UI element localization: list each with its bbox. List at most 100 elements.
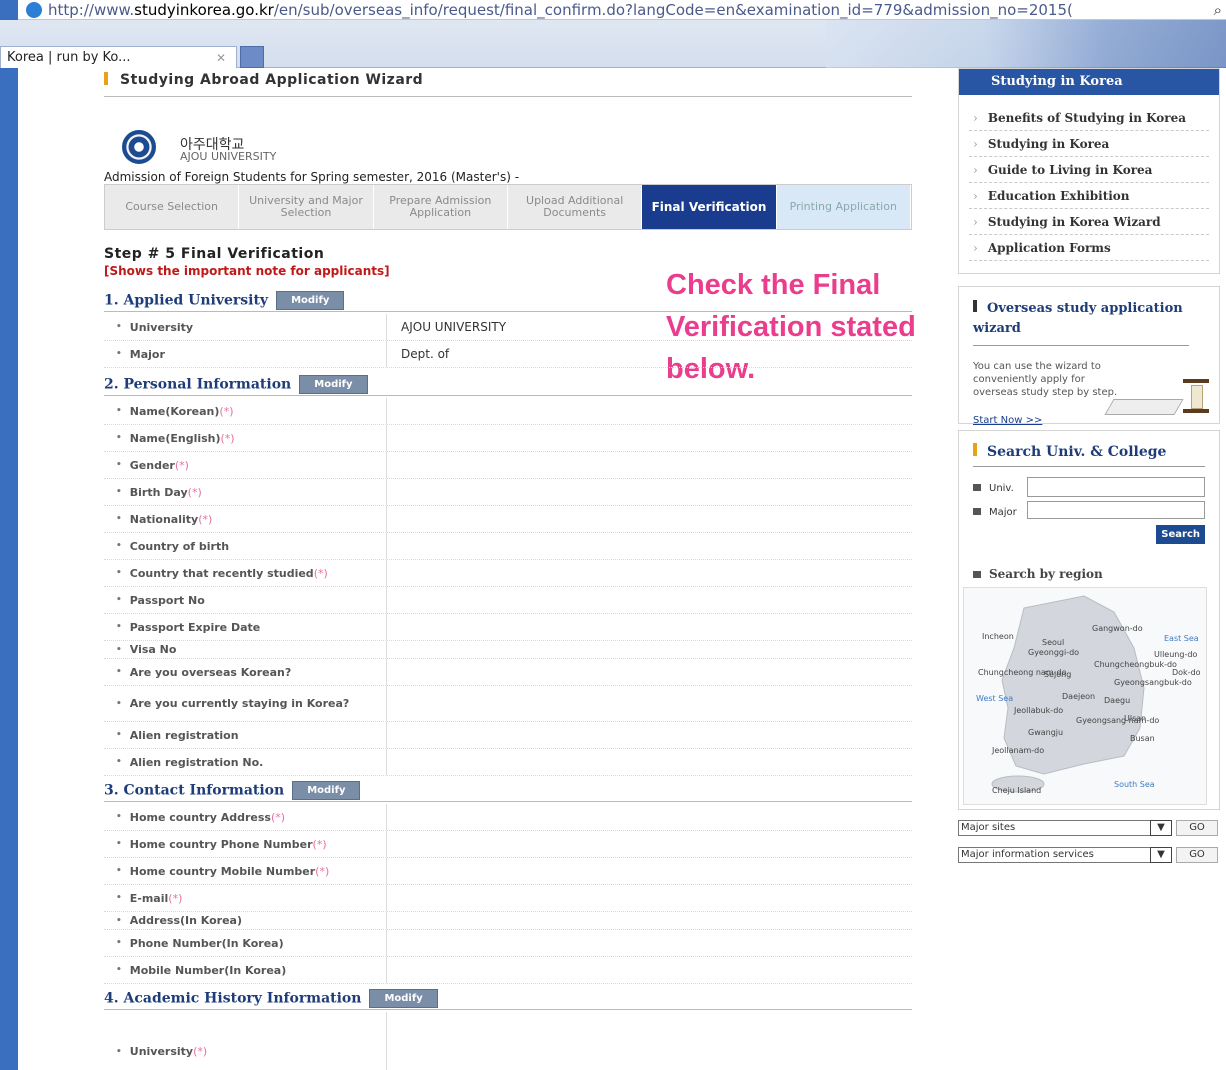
field-value (386, 479, 912, 505)
map-region-label[interactable]: Ulleung-do (1154, 650, 1197, 659)
menu-item-benefits[interactable]: Benefits of Studying in Korea (969, 105, 1209, 131)
studying-in-korea-menu: Studying in Korea Benefits of Studying i… (958, 68, 1220, 274)
univ-field-label: Univ. (973, 483, 1014, 494)
close-tab-icon[interactable]: ✕ (216, 47, 226, 69)
map-region-label[interactable]: Dok-do (1172, 668, 1201, 677)
field-label: Mobile Number(In Korea) (104, 957, 386, 983)
menu-item-wizard[interactable]: Studying in Korea Wizard (969, 209, 1209, 235)
table-row: Home country Phone Number(*) (104, 831, 912, 858)
map-region-label[interactable]: Sejong (1044, 670, 1071, 679)
important-note-link[interactable]: [Shows the important note for applicants… (104, 264, 390, 278)
field-label: University(*) (104, 1012, 386, 1070)
step-printing[interactable]: Printing Application (776, 185, 911, 229)
field-label: Address(In Korea) (104, 912, 386, 929)
field-label-text: Are you currently staying in Korea? (129, 697, 350, 710)
hourglass-icon (1183, 379, 1209, 413)
modify-button[interactable]: Modify (292, 781, 361, 800)
map-region-label[interactable]: East Sea (1164, 634, 1199, 643)
major-label: Major (989, 507, 1017, 518)
search-icon[interactable]: ⌕ (1214, 0, 1222, 19)
step-prepare-application[interactable]: Prepare Admission Application (374, 185, 508, 229)
address-bar[interactable]: http://www.studyinkorea.go.kr/en/sub/ove… (18, 0, 1226, 20)
map-region-label[interactable]: Chungcheongbuk-do (1094, 660, 1177, 669)
modify-button[interactable]: Modify (299, 375, 368, 394)
step-upload-documents[interactable]: Upload Additional Documents (508, 185, 643, 229)
map-region-label[interactable]: Cheju Island (992, 786, 1041, 795)
search-divider (973, 466, 1205, 467)
field-value (386, 614, 912, 640)
field-label: Birth Day(*) (104, 479, 386, 505)
overseas-wizard-box: Overseas study application wizard You ca… (958, 286, 1220, 426)
menu-item-guide[interactable]: Guide to Living in Korea (969, 157, 1209, 183)
table-row: Gender(*) (104, 452, 912, 479)
field-label: Major (104, 341, 386, 367)
search-button[interactable]: Search (1156, 525, 1205, 544)
field-label-text: Address(In Korea) (129, 914, 243, 927)
browser-tab[interactable]: Korea | run by Ko... ✕ (0, 46, 237, 68)
section-academic-header: 4. Academic History Information Modify (104, 988, 912, 1010)
admission-title: Admission of Foreign Students for Spring… (104, 170, 520, 184)
map-region-label[interactable]: Gyeonggi-do (1028, 648, 1079, 657)
map-region-label[interactable]: South Sea (1114, 780, 1155, 789)
map-region-label[interactable]: Seoul (1042, 638, 1064, 647)
map-region-label[interactable]: Gyeongsang nam-do (1076, 716, 1159, 725)
map-region-label[interactable]: Jeollabuk-do (1014, 706, 1063, 715)
field-value (386, 560, 912, 586)
modify-button[interactable]: Modify (276, 291, 345, 310)
chevron-down-icon[interactable]: ▼ (1150, 820, 1172, 836)
map-region-label[interactable]: Gwangju (1028, 728, 1063, 737)
table-row: Birth Day(*) (104, 479, 912, 506)
field-label: Alien registration (104, 722, 386, 748)
required-marker: (*) (168, 891, 183, 905)
menu-item-exhibition[interactable]: Education Exhibition (969, 183, 1209, 209)
major-info-select[interactable]: Major information services ▼ (958, 847, 1172, 863)
bullet-icon (973, 484, 981, 491)
modify-button[interactable]: Modify (369, 989, 438, 1008)
field-label: Phone Number(In Korea) (104, 930, 386, 956)
map-region-label[interactable]: Jeollanam-do (992, 746, 1044, 755)
map-region-label[interactable]: Gangwon-do (1092, 624, 1143, 633)
field-value (386, 858, 912, 884)
korea-region-map[interactable]: Incheon Seoul Gangwon-do East Sea Gyeonggi-d… (963, 587, 1207, 805)
title-divider (104, 96, 912, 97)
map-region-label[interactable]: Gyeongsangbuk-do (1114, 678, 1192, 687)
menu-item-forms[interactable]: Application Forms (969, 235, 1209, 261)
section-title: 3. Contact Information (104, 782, 285, 799)
required-marker: (*) (313, 566, 328, 580)
field-label-text: Alien registration (129, 728, 239, 742)
field-label-text: Name(Korean) (129, 404, 220, 418)
major-sites-value: Major sites (961, 822, 1016, 833)
field-label-text: Passport No (129, 593, 205, 607)
url-path: /en/sub/overseas_info/request/final_conf… (273, 1, 1073, 19)
map-region-label[interactable]: Daegu (1104, 696, 1130, 705)
field-value (386, 452, 912, 478)
major-info-go-button[interactable]: GO (1176, 847, 1218, 863)
title-bar-icon (973, 300, 977, 312)
step-final-verification[interactable]: Final Verification (642, 185, 777, 229)
map-region-label[interactable]: Busan (1130, 734, 1155, 743)
field-label-text: Gender (129, 458, 175, 472)
chevron-down-icon[interactable]: ▼ (1150, 847, 1172, 863)
step-course-selection[interactable]: Course Selection (105, 185, 240, 229)
field-value (386, 957, 912, 983)
major-sites-go-button[interactable]: GO (1176, 820, 1218, 836)
field-label-text: University (129, 1045, 194, 1058)
required-marker: (*) (174, 458, 189, 472)
menu-item-studying[interactable]: Studying in Korea (969, 131, 1209, 157)
map-region-label[interactable]: Incheon (982, 632, 1014, 641)
new-tab-button[interactable] (240, 46, 264, 68)
map-region-label[interactable]: Daejeon (1062, 692, 1095, 701)
field-value (386, 912, 912, 929)
field-label-text: Are you overseas Korean? (129, 665, 292, 679)
major-sites-select[interactable]: Major sites ▼ (958, 820, 1172, 836)
table-row: Country that recently studied(*) (104, 560, 912, 587)
table-row: Passport No (104, 587, 912, 614)
step-university-major[interactable]: University and Major Selection (239, 185, 374, 229)
major-input[interactable] (1027, 501, 1205, 519)
field-value (386, 1012, 912, 1070)
field-label: Name(Korean)(*) (104, 398, 386, 424)
map-region-label[interactable]: West Sea (976, 694, 1013, 703)
field-label-text: Phone Number(In Korea) (129, 936, 284, 950)
univ-input[interactable] (1027, 477, 1205, 497)
table-row: Are you currently staying in Korea? (104, 686, 912, 722)
